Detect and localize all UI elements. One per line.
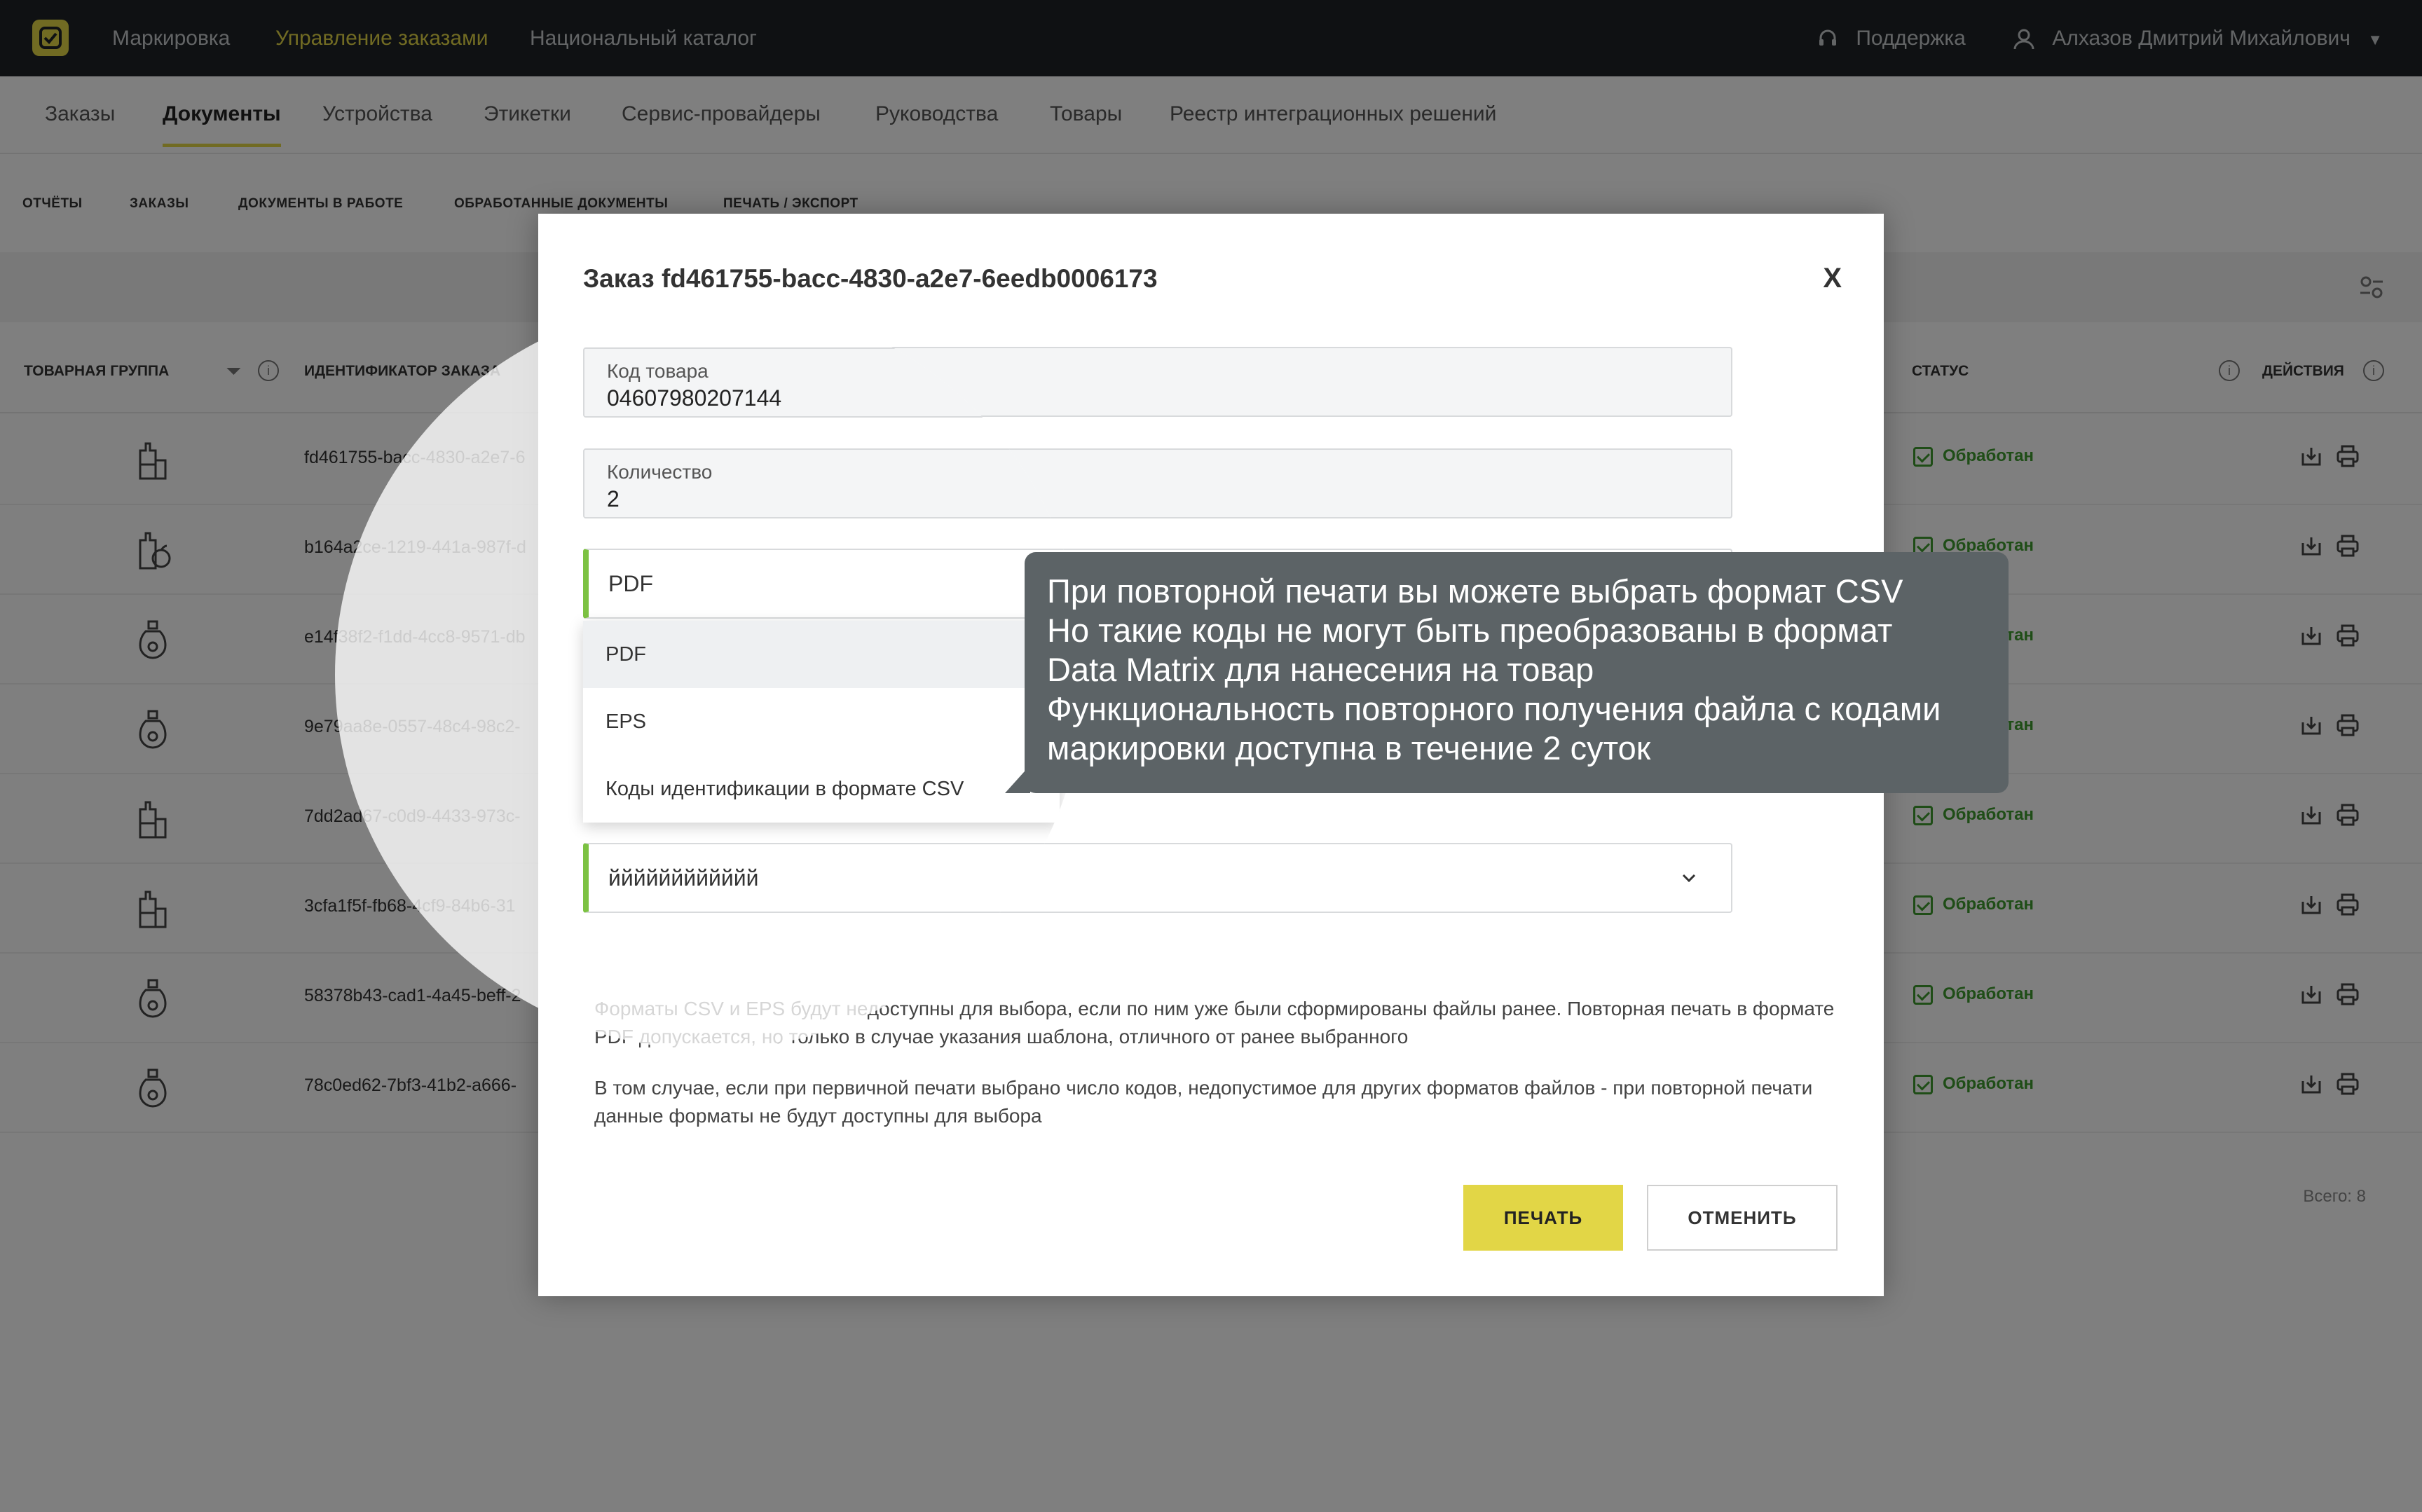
spot-product-code-label: Код товара: [607, 360, 709, 382]
close-button[interactable]: X: [1823, 263, 1842, 294]
spot-format-selected-value: PDF: [608, 571, 653, 596]
info-callout: При повторной печати вы можете выбрать ф…: [1005, 552, 2009, 793]
quantity-note: В том случае, если при первичной печати …: [594, 1077, 1813, 1127]
spot-product-code-value: 04607980207144: [607, 385, 782, 411]
spot-quantity-value: 2: [607, 486, 620, 511]
chevron-down-icon: [1675, 864, 1703, 892]
spotlight-circle: Код товара 04607980207144 Количество 2 P…: [335, 300, 1085, 1050]
option-pdf[interactable]: PDF: [583, 621, 1060, 688]
option-csv[interactable]: Коды идентификации в формате CSV: [583, 755, 1060, 823]
format-dropdown: PDF EPS Коды идентификации в формате CSV: [583, 621, 1060, 823]
option-eps[interactable]: EPS: [583, 688, 1060, 755]
callout-line-1: При повторной печати вы можете выбрать ф…: [1047, 572, 1903, 610]
spot-quantity-label: Количество: [607, 461, 713, 483]
callout-line-4: Функциональность повторного получения фа…: [1047, 690, 1941, 727]
spot-template-select[interactable]: йййййййййййй: [583, 843, 1085, 913]
spot-product-code-field: Код товара 04607980207144: [583, 348, 1085, 418]
cancel-button[interactable]: ОТМЕНИТЬ: [1647, 1185, 1838, 1251]
print-button[interactable]: ПЕЧАТЬ: [1463, 1185, 1623, 1251]
callout-line-2: Но такие коды не могут быть преобразован…: [1047, 612, 1893, 649]
callout-line-3: Data Matrix для нанесения на товар: [1047, 651, 1594, 688]
callout-line-5: маркировки доступна в течение 2 суток: [1047, 729, 1651, 767]
spot-format-select[interactable]: PDF: [583, 549, 1085, 619]
spot-quantity-field: Количество 2: [583, 448, 1085, 518]
modal-title: Заказ fd461755-bacc-4830-a2e7-6eedb00061…: [583, 264, 1158, 293]
spot-template-selected-value: йййййййййййй: [608, 865, 759, 891]
